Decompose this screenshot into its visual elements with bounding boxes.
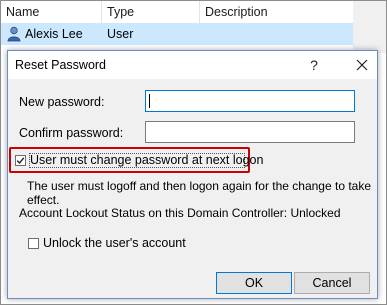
cell-description <box>200 23 353 45</box>
list-header: Name Type Description <box>1 1 353 23</box>
confirm-password-field[interactable] <box>145 121 355 143</box>
unlock-label[interactable]: Unlock the user's account <box>43 236 186 250</box>
column-header-type[interactable]: Type <box>102 1 200 23</box>
checkmark-icon <box>16 157 25 165</box>
title-bar: Reset Password ? <box>8 51 377 79</box>
user-name: Alexis Lee <box>25 27 83 41</box>
must-change-label[interactable]: User must change password at next logon <box>30 153 263 167</box>
scrollbar-area[interactable] <box>353 1 386 53</box>
cancel-button[interactable]: Cancel <box>294 272 370 294</box>
text-caret <box>149 94 150 108</box>
cell-name: Alexis Lee <box>1 23 102 45</box>
reset-password-dialog: Reset Password ? New password: Confirm p… <box>7 50 378 299</box>
new-password-field[interactable] <box>145 90 355 112</box>
unlock-checkbox[interactable] <box>28 238 39 249</box>
column-header-name[interactable]: Name <box>1 1 102 23</box>
user-icon <box>6 26 22 42</box>
column-header-description[interactable]: Description <box>200 1 353 23</box>
cell-type: User <box>107 27 134 41</box>
ok-button[interactable]: OK <box>216 272 292 294</box>
close-icon[interactable] <box>348 51 376 79</box>
confirm-password-label: Confirm password: <box>19 126 124 140</box>
lockout-status: Account Lockout Status on this Domain Co… <box>19 206 341 220</box>
dialog-title: Reset Password <box>15 58 107 72</box>
new-password-label: New password: <box>19 95 105 109</box>
must-change-info: The user must logoff and then logon agai… <box>27 179 372 207</box>
users-list-view: Name Type Description Alexis Lee User <box>1 1 386 53</box>
must-change-checkbox[interactable] <box>15 155 26 166</box>
list-item[interactable]: Alexis Lee User <box>1 23 353 45</box>
help-icon[interactable]: ? <box>305 51 323 79</box>
